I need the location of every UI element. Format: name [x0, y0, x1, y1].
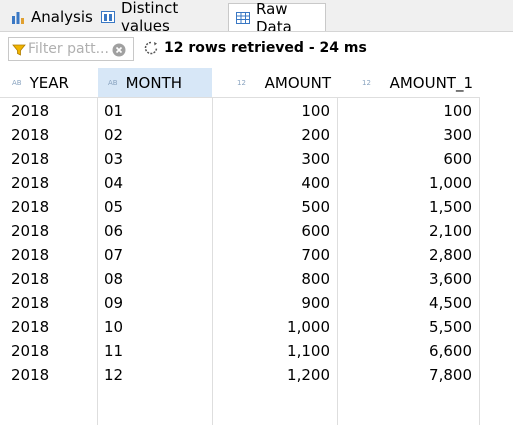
- filter-toolbar: 12 rows retrieved - 24 ms: [0, 32, 513, 68]
- table-cell[interactable]: 2018: [11, 243, 91, 267]
- table-cell[interactable]: 5,500: [338, 315, 472, 339]
- table-cell[interactable]: 6,600: [338, 339, 472, 363]
- table-cell[interactable]: 2018: [11, 363, 91, 387]
- refresh-icon: [144, 41, 158, 55]
- table-row[interactable]: 2018 04 400 1,000: [0, 171, 480, 195]
- tab-label: Distinct values: [121, 0, 179, 35]
- table-row[interactable]: 2018 06 600 2,100: [0, 219, 480, 243]
- tab-analysis[interactable]: Analysis: [4, 3, 94, 31]
- bar-chart-icon: [10, 9, 26, 25]
- table-cell[interactable]: 100: [213, 99, 330, 123]
- table-row[interactable]: 2018 09 900 4,500: [0, 291, 480, 315]
- table-cell[interactable]: 1,000: [338, 171, 472, 195]
- table-row[interactable]: 2018 02 200 300: [0, 123, 480, 147]
- table-cell[interactable]: 2018: [11, 99, 91, 123]
- table-cell[interactable]: 2018: [11, 267, 91, 291]
- table-cell[interactable]: 2018: [11, 147, 91, 171]
- tab-label: Analysis: [31, 8, 93, 26]
- table-cell[interactable]: 600: [338, 147, 472, 171]
- column-header-label: YEAR: [29, 73, 69, 92]
- tab-distinct-values[interactable]: Distinct values: [94, 0, 228, 35]
- table-row[interactable]: 2018 05 500 1,500: [0, 195, 480, 219]
- table-cell[interactable]: 900: [213, 291, 330, 315]
- string-type-icon: AB: [12, 78, 22, 87]
- column-header-row: AB YEAR AB MONTH 12 AMOUNT 12 AMOUNT_1: [0, 68, 480, 98]
- table-cell[interactable]: 06: [104, 219, 204, 243]
- number-type-icon: 12: [237, 78, 246, 87]
- tab-strip: Analysis Distinct values Raw Data: [0, 0, 513, 36]
- table-cell[interactable]: 07: [104, 243, 204, 267]
- table-cell[interactable]: 400: [213, 171, 330, 195]
- table-cell[interactable]: 04: [104, 171, 204, 195]
- results-grid[interactable]: AB YEAR AB MONTH 12 AMOUNT 12 AMOUNT_1 2…: [0, 68, 513, 425]
- table-cell[interactable]: 200: [213, 123, 330, 147]
- filter-input[interactable]: [26, 41, 110, 57]
- column-header-label: MONTH: [125, 73, 183, 92]
- table-cell[interactable]: 09: [104, 291, 204, 315]
- table-cell[interactable]: 2018: [11, 195, 91, 219]
- table-icon: [235, 10, 251, 26]
- table-cell[interactable]: 500: [213, 195, 330, 219]
- table-row[interactable]: 2018 03 300 600: [0, 147, 480, 171]
- columns-icon: [100, 9, 116, 25]
- table-cell[interactable]: 08: [104, 267, 204, 291]
- table-cell[interactable]: 2018: [11, 171, 91, 195]
- column-header-month[interactable]: AB MONTH: [98, 68, 212, 97]
- table-cell[interactable]: 2018: [11, 315, 91, 339]
- table-cell[interactable]: 05: [104, 195, 204, 219]
- column-header-amount[interactable]: 12 AMOUNT: [213, 68, 337, 97]
- table-cell[interactable]: 1,100: [213, 339, 330, 363]
- table-cell[interactable]: 600: [213, 219, 330, 243]
- table-cell[interactable]: 2,800: [338, 243, 472, 267]
- number-type-icon: 12: [362, 78, 371, 87]
- table-row[interactable]: 2018 08 800 3,600: [0, 267, 480, 291]
- table-cell[interactable]: 02: [104, 123, 204, 147]
- table-cell[interactable]: 800: [213, 267, 330, 291]
- table-cell[interactable]: 100: [338, 99, 472, 123]
- column-header-amount-1[interactable]: 12 AMOUNT_1: [338, 68, 479, 97]
- table-cell[interactable]: 03: [104, 147, 204, 171]
- tab-raw-data[interactable]: Raw Data: [228, 0, 326, 36]
- column-header-label: AMOUNT: [264, 73, 331, 92]
- table-cell[interactable]: 4,500: [338, 291, 472, 315]
- table-cell[interactable]: 1,500: [338, 195, 472, 219]
- status-text: 12 rows retrieved - 24 ms: [164, 40, 367, 56]
- string-type-icon: AB: [108, 78, 118, 87]
- table-row[interactable]: 2018 11 1,100 6,600: [0, 339, 480, 363]
- table-row[interactable]: 2018 12 1,200 7,800: [0, 363, 480, 387]
- table-row[interactable]: 2018 07 700 2,800: [0, 243, 480, 267]
- table-cell[interactable]: 2018: [11, 339, 91, 363]
- table-cell[interactable]: 1,000: [213, 315, 330, 339]
- column-header-label: AMOUNT_1: [389, 73, 473, 92]
- table-cell[interactable]: 10: [104, 315, 204, 339]
- table-cell[interactable]: 1,200: [213, 363, 330, 387]
- table-cell[interactable]: 01: [104, 99, 204, 123]
- table-cell[interactable]: 700: [213, 243, 330, 267]
- table-cell[interactable]: 2018: [11, 219, 91, 243]
- table-row[interactable]: 2018 01 100 100: [0, 99, 480, 123]
- table-cell[interactable]: 7,800: [338, 363, 472, 387]
- table-row[interactable]: 2018 10 1,000 5,500: [0, 315, 480, 339]
- table-cell[interactable]: 300: [338, 123, 472, 147]
- clear-icon[interactable]: [112, 42, 126, 57]
- table-cell[interactable]: 3,600: [338, 267, 472, 291]
- column-header-year[interactable]: AB YEAR: [0, 68, 97, 97]
- table-cell[interactable]: 11: [104, 339, 204, 363]
- table-cell[interactable]: 2,100: [338, 219, 472, 243]
- status-bar: 12 rows retrieved - 24 ms: [144, 40, 367, 56]
- table-cell[interactable]: 2018: [11, 291, 91, 315]
- table-cell[interactable]: 300: [213, 147, 330, 171]
- table-cell[interactable]: 12: [104, 363, 204, 387]
- filter-icon[interactable]: [12, 42, 26, 56]
- filter-box: [8, 37, 134, 61]
- table-cell[interactable]: 2018: [11, 123, 91, 147]
